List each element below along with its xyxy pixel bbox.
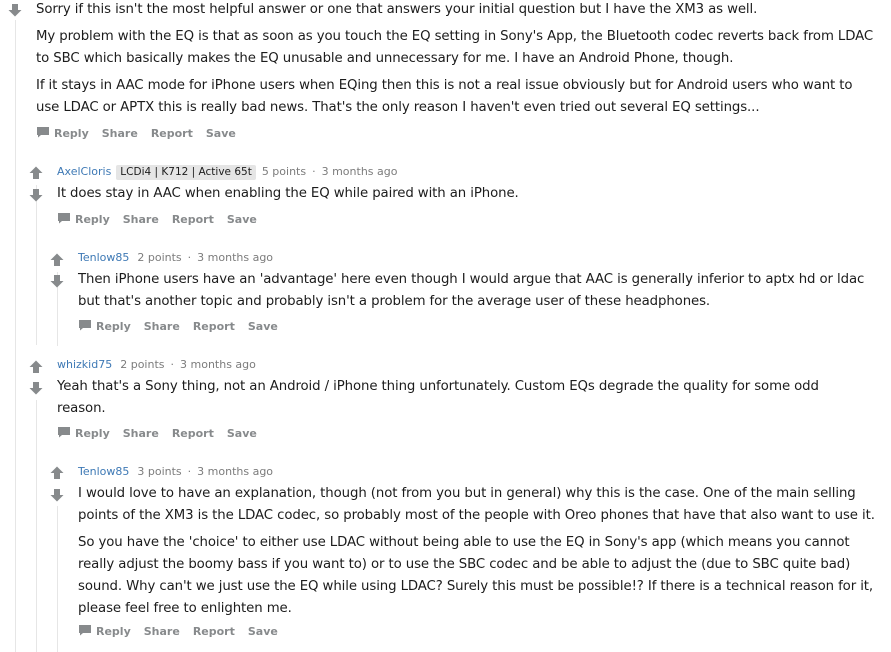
comment-meta: AxelCloris LCDi4 | K712 | Active 65t 5 poi…: [57, 165, 397, 180]
report-button[interactable]: Report: [172, 427, 214, 440]
thread-line[interactable]: [36, 400, 37, 652]
downvote-arrow-icon[interactable]: [29, 381, 45, 395]
comment-body: Then iPhone users have an 'advantage' he…: [78, 269, 878, 318]
report-button[interactable]: Report: [172, 213, 214, 226]
comment-paragraph: I would love to have an explanation, tho…: [78, 486, 875, 523]
comment-actions: Reply Share Report Save: [78, 623, 291, 639]
thread-line[interactable]: [57, 506, 58, 652]
comment-actions: Reply Share Report Save: [78, 318, 291, 334]
reply-button[interactable]: Reply: [96, 320, 131, 333]
save-button[interactable]: Save: [227, 213, 257, 226]
share-button[interactable]: Share: [123, 427, 159, 440]
comment-bubble-icon: [78, 319, 92, 334]
comment-actions: Reply Share Report Save: [57, 211, 270, 227]
share-button[interactable]: Share: [144, 320, 180, 333]
author-link[interactable]: Tenlow85: [78, 465, 129, 478]
comment-body: I would love to have an explanation, tho…: [78, 483, 878, 625]
reply-button[interactable]: Reply: [96, 625, 131, 638]
score: 3 points: [137, 465, 182, 478]
save-button[interactable]: Save: [227, 427, 257, 440]
downvote-arrow-icon[interactable]: [50, 274, 66, 288]
comment-actions: Reply Share Report Save: [36, 125, 249, 141]
save-button[interactable]: Save: [248, 320, 278, 333]
upvote-arrow-icon[interactable]: [29, 166, 45, 180]
comment-paragraph: If it stays in AAC mode for iPhone users…: [36, 78, 853, 115]
separator-dot: ·: [170, 358, 175, 371]
report-button[interactable]: Report: [193, 625, 235, 638]
user-flair: LCDi4 | K712 | Active 65t: [116, 165, 256, 180]
report-button[interactable]: Report: [151, 127, 193, 140]
comment-body: Yeah that's a Sony thing, not an Android…: [57, 376, 837, 425]
save-button[interactable]: Save: [206, 127, 236, 140]
author-link[interactable]: whizkid75: [57, 358, 112, 371]
comment-paragraph: Sorry if this isn't the most helpful ans…: [36, 2, 758, 17]
comment-paragraph: My problem with the EQ is that as soon a…: [36, 29, 874, 66]
downvote-arrow-icon[interactable]: [50, 488, 66, 502]
reply-button[interactable]: Reply: [75, 427, 110, 440]
separator-dot: ·: [187, 465, 192, 478]
thread-line[interactable]: [36, 185, 37, 345]
comment-body: It does stay in AAC when enabling the EQ…: [57, 183, 877, 210]
timestamp[interactable]: 3 months ago: [197, 465, 273, 478]
upvote-arrow-icon[interactable]: [50, 253, 66, 267]
thread-line[interactable]: [15, 20, 16, 652]
separator-dot: ·: [312, 165, 316, 178]
comment-actions: Reply Share Report Save: [57, 425, 270, 441]
report-button[interactable]: Report: [193, 320, 235, 333]
author-link[interactable]: Tenlow85: [78, 251, 129, 264]
reply-button[interactable]: Reply: [75, 213, 110, 226]
comment-bubble-icon: [57, 426, 71, 441]
author-link[interactable]: AxelCloris: [57, 165, 111, 178]
comment-paragraph: Then iPhone users have an 'advantage' he…: [78, 272, 865, 309]
downvote-arrow-icon[interactable]: [29, 188, 45, 202]
timestamp[interactable]: 3 months ago: [180, 358, 256, 371]
comment-body: Sorry if this isn't the most helpful ans…: [36, 0, 876, 124]
timestamp[interactable]: 3 months ago: [322, 165, 398, 178]
save-button[interactable]: Save: [248, 625, 278, 638]
upvote-arrow-icon[interactable]: [29, 360, 45, 374]
comment-bubble-icon: [36, 126, 50, 141]
comment-paragraph: It does stay in AAC when enabling the EQ…: [57, 186, 519, 201]
share-button[interactable]: Share: [123, 213, 159, 226]
comment-meta: whizkid75 2 points · 3 months ago: [57, 358, 256, 372]
comment-meta: Tenlow85 3 points · 3 months ago: [78, 465, 273, 479]
comment-bubble-icon: [78, 624, 92, 639]
separator-dot: ·: [187, 251, 192, 264]
share-button[interactable]: Share: [144, 625, 180, 638]
score: 2 points: [137, 251, 182, 264]
downvote-arrow-icon[interactable]: [8, 3, 24, 17]
score: 2 points: [120, 358, 165, 371]
score: 5 points: [261, 165, 307, 178]
upvote-arrow-icon[interactable]: [50, 466, 66, 480]
comment-bubble-icon: [57, 212, 71, 227]
comment-paragraph: Yeah that's a Sony thing, not an Android…: [57, 379, 819, 416]
timestamp[interactable]: 3 months ago: [197, 251, 273, 264]
comment-paragraph: So you have the 'choice' to either use L…: [78, 535, 874, 616]
comment-meta: Tenlow85 2 points · 3 months ago: [78, 251, 273, 265]
reply-button[interactable]: Reply: [54, 127, 89, 140]
share-button[interactable]: Share: [102, 127, 138, 140]
